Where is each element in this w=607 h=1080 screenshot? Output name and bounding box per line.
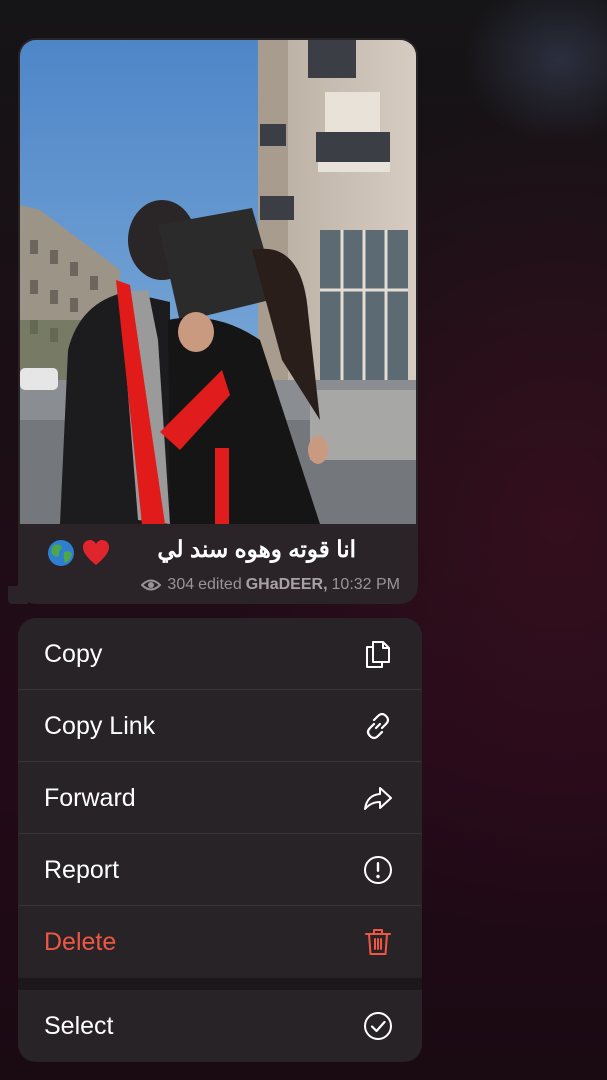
sender-name: GHaDEER,: [245, 576, 328, 593]
message-bubble[interactable]: انا قوته وهوه سند لي 304 edited GHaDEER,…: [18, 38, 418, 604]
menu-item-label: Select: [44, 1012, 114, 1040]
menu-item-label: Delete: [44, 928, 117, 956]
menu-item-report[interactable]: Report: [18, 834, 422, 905]
menu-item-label: Copy: [44, 640, 103, 668]
menu-item-forward[interactable]: Forward: [18, 762, 422, 833]
menu-item-label: Forward: [44, 784, 136, 812]
menu-item-label: Copy Link: [44, 712, 156, 740]
context-menu: Copy Copy Link Forward Report Delete Sel…: [18, 618, 422, 1062]
menu-item-select[interactable]: Select: [18, 990, 422, 1061]
heart-emoji-icon: [83, 540, 109, 565]
edited-label: edited: [198, 576, 242, 593]
message-caption: انا قوته وهوه سند لي: [157, 536, 356, 562]
message-photo[interactable]: [20, 40, 416, 524]
menu-item-delete[interactable]: Delete: [18, 906, 422, 977]
report-icon: [364, 856, 392, 884]
trash-icon: [365, 929, 391, 955]
link-icon: [366, 712, 390, 740]
menu-item-label: Report: [44, 856, 120, 884]
menu-item-copy-link[interactable]: Copy Link: [18, 690, 422, 761]
eye-icon: [141, 579, 162, 591]
view-count: 304: [167, 576, 195, 593]
globe-emoji-icon: [48, 540, 74, 566]
menu-item-copy[interactable]: Copy: [18, 618, 422, 689]
graduation-photo: [20, 40, 416, 524]
copy-icon: [366, 641, 390, 668]
forward-icon: [364, 787, 392, 810]
check-circle-icon: [364, 1012, 392, 1040]
menu-section-gap: [18, 978, 422, 990]
message-time: 10:32 PM: [331, 576, 400, 593]
message-meta: 304 edited GHaDEER, 10:32 PM: [141, 575, 400, 595]
